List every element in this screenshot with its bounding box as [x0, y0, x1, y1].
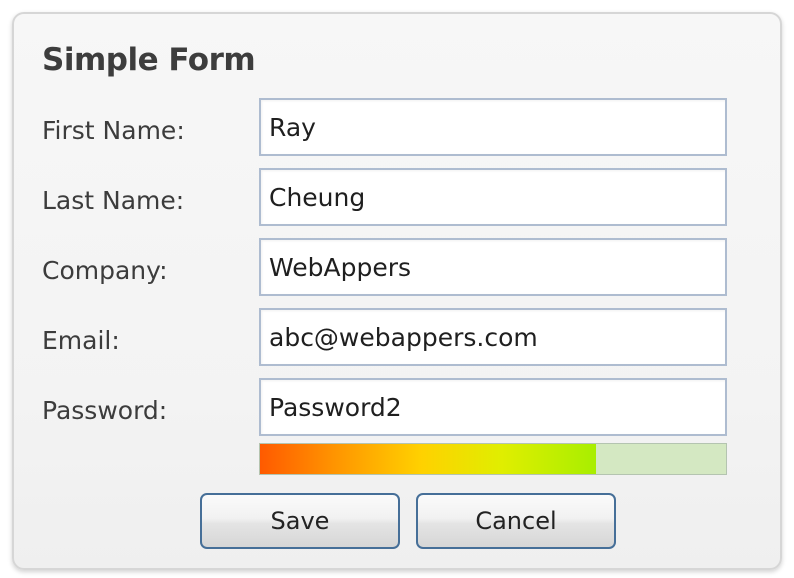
password-strength-fill	[260, 444, 596, 474]
first-name-input[interactable]	[259, 98, 727, 156]
cancel-button[interactable]: Cancel	[416, 493, 616, 549]
save-button[interactable]: Save	[200, 493, 400, 549]
form-title: Simple Form	[42, 42, 256, 78]
company-label: Company:	[42, 256, 168, 285]
password-strength-meter	[259, 443, 727, 475]
first-name-label: First Name:	[42, 116, 185, 145]
simple-form-panel: Simple Form First Name: Last Name: Compa…	[12, 12, 782, 570]
password-input[interactable]	[259, 378, 727, 436]
email-input[interactable]	[259, 308, 727, 366]
email-label: Email:	[42, 326, 120, 355]
last-name-label: Last Name:	[42, 186, 185, 215]
last-name-input[interactable]	[259, 168, 727, 226]
company-input[interactable]	[259, 238, 727, 296]
password-label: Password:	[42, 396, 168, 425]
